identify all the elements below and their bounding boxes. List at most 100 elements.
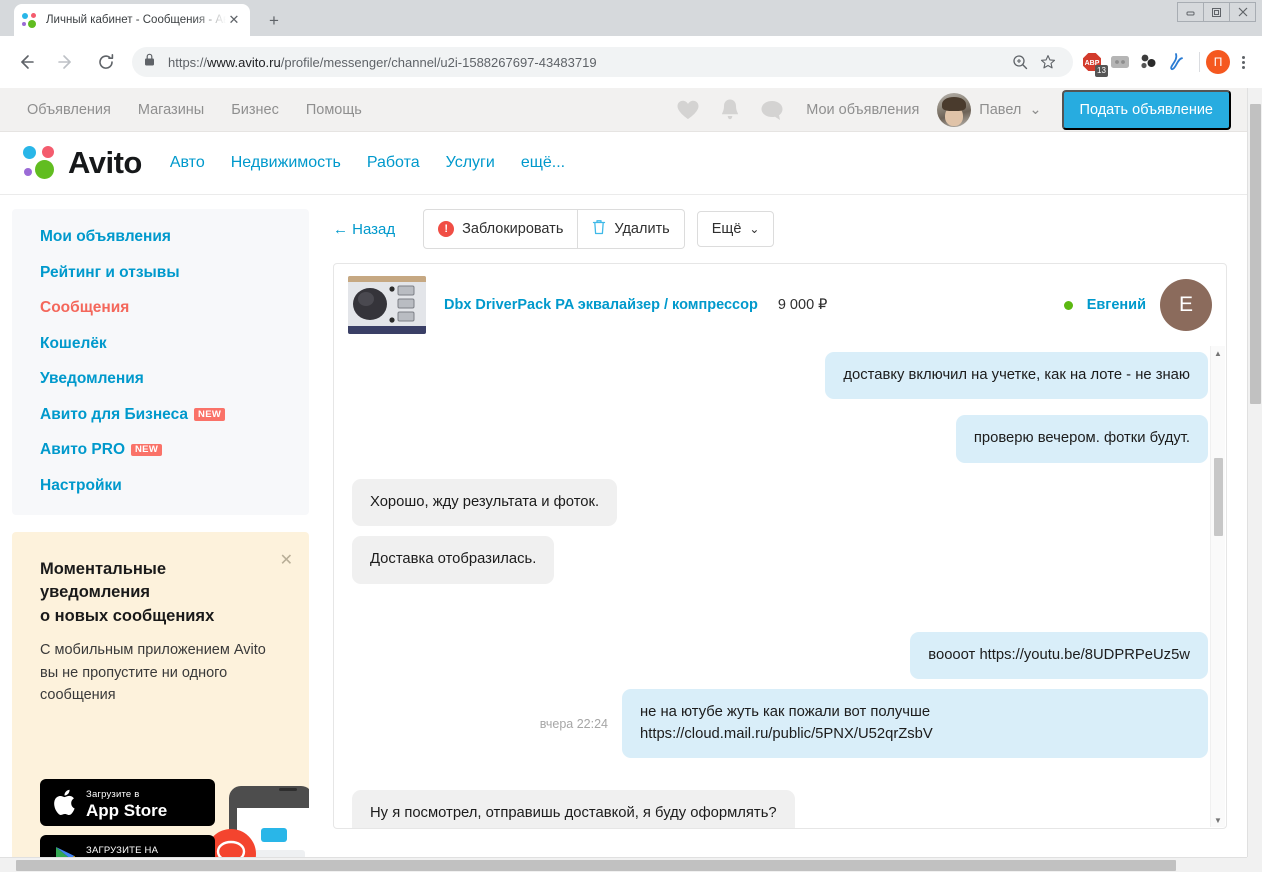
category-link-services[interactable]: Услуги (446, 154, 495, 172)
partner-name[interactable]: Евгений (1087, 297, 1146, 313)
sidebar-item-label: Мои объявления (40, 228, 171, 245)
browser-back-button[interactable] (10, 46, 42, 78)
avito-logo-row: Avito Авто Недвижимость Работа Услуги ещ… (0, 132, 1247, 195)
online-status-dot (1063, 300, 1073, 310)
message-row: Ну я посмотрел, отправишь доставкой, я б… (352, 790, 1208, 828)
appstore-subtitle: Загрузите в (86, 789, 140, 800)
browser-reload-button[interactable] (90, 46, 122, 78)
sidebar-item-rating[interactable]: Рейтинг и отзывы (40, 263, 309, 281)
category-link-auto[interactable]: Авто (170, 154, 205, 172)
topbar-my-ads-link[interactable]: Мои объявления (806, 102, 919, 118)
topbar-user[interactable]: Павел ⌄ (937, 92, 1042, 127)
url-path: /profile/messenger/channel/u2i-158826769… (280, 54, 597, 70)
topbar-link-business[interactable]: Бизнес (231, 102, 279, 118)
window-maximize-button[interactable] (1203, 2, 1230, 22)
page-scrollbar-horizontal[interactable] (0, 857, 1262, 872)
page-scrollbar-thumb-vertical[interactable] (1250, 104, 1261, 404)
topbar-link-shops[interactable]: Магазины (138, 102, 204, 118)
conversation-scrollbar-thumb[interactable] (1214, 458, 1223, 536)
scroll-down-arrow-icon[interactable]: ▼ (1211, 813, 1225, 827)
url-scheme: https:// (168, 54, 208, 70)
sidebar-item-notifications[interactable]: Уведомления (40, 371, 309, 387)
promo-title: Моментальные уведомления о новых сообщен… (40, 558, 285, 628)
topbar-link-help[interactable]: Помощь (306, 102, 362, 118)
browser-menu-button[interactable] (1230, 55, 1256, 69)
block-button[interactable]: ! Заблокировать (423, 209, 579, 249)
message-bubble: Хорошо, жду результата и фоток. (352, 478, 618, 527)
sidebar-item-label: Авито для Бизнеса (40, 405, 189, 423)
molecule-extension-icon[interactable] (1137, 51, 1159, 73)
bell-icon[interactable] (718, 98, 742, 122)
scroll-up-arrow-icon[interactable]: ▲ (1211, 346, 1225, 360)
message-row: вчера 22:24 не на ютубе жуть как пожали … (352, 689, 1208, 759)
conversation-panel: Dbx DriverPack PA эквалайзер / компрессо… (333, 263, 1227, 829)
topbar-username: Павел (979, 101, 1022, 118)
lock-icon (144, 53, 158, 71)
back-link[interactable]: ← Назад (333, 221, 395, 238)
sidebar-item-messages[interactable]: Сообщения (40, 300, 309, 316)
message-row: Хорошо, жду результата и фоток. (352, 478, 1208, 527)
sidebar-item-pro[interactable]: Авито PRO NEW (40, 442, 309, 458)
tab-close-icon[interactable]: ✕ (226, 12, 242, 28)
block-button-label: Заблокировать (462, 221, 564, 237)
promo-text: С мобильным приложением Avito вы не проп… (40, 642, 266, 704)
zoom-icon[interactable] (1007, 49, 1033, 75)
message-bubble: воооот https://youtu.be/8UDPRPeUz5w (910, 631, 1208, 680)
gray-extension-icon[interactable] (1109, 51, 1131, 73)
message-bubble: не на ютубе жуть как пожали вот получше … (622, 689, 1208, 759)
sidebar-item-label: Авито PRO (40, 441, 126, 458)
promo-title-line2: уведомления (40, 583, 150, 602)
sidebar-menu: Мои объявления Рейтинг и отзывы Сообщени… (12, 209, 309, 515)
listing-price: 9 000 ₽ (777, 297, 828, 313)
chat-icon[interactable] (760, 98, 784, 122)
window-minimize-button[interactable] (1177, 2, 1204, 22)
sidebar-item-wallet[interactable]: Кошелёк (40, 335, 309, 352)
category-link-realty[interactable]: Недвижимость (231, 154, 341, 172)
message-row: проверю вечером. фотки будут. (352, 415, 1208, 463)
sidebar-item-business[interactable]: Авито для Бизнеса NEW (40, 405, 309, 423)
message-bubble: Ну я посмотрел, отправишь доставкой, я б… (352, 790, 795, 828)
new-tab-button[interactable]: + (262, 9, 286, 33)
user-avatar (937, 92, 972, 127)
sidebar: Мои объявления Рейтинг и отзывы Сообщени… (0, 209, 309, 872)
acrobat-extension-icon[interactable] (1165, 51, 1187, 73)
message-row: Доставка отобразилась. (352, 536, 1208, 584)
avito-logo-wordmark[interactable]: Avito (68, 145, 142, 181)
listing-title[interactable]: Dbx DriverPack PA эквалайзер / компрессо… (444, 297, 758, 313)
browser-tab[interactable]: Личный кабинет - Сообщения - Ав ✕ (14, 4, 250, 36)
promo-close-icon[interactable]: ✕ (280, 550, 293, 570)
page-scrollbar-vertical[interactable] (1247, 88, 1262, 872)
bookmark-star-icon[interactable] (1035, 49, 1061, 75)
promo-banner: ✕ Моментальные уведомления о новых сообщ… (12, 532, 309, 872)
partner-avatar[interactable]: Е (1160, 279, 1212, 331)
heart-icon[interactable] (676, 98, 700, 122)
adblock-extension-icon[interactable]: ABP 13 (1081, 51, 1108, 77)
post-ad-button[interactable]: Подать объявление (1061, 89, 1231, 130)
extensions-area: ABP 13 (1081, 51, 1193, 77)
page-content: Мои объявления Рейтинг и отзывы Сообщени… (0, 195, 1247, 872)
topbar-link-ads[interactable]: Объявления (27, 102, 111, 118)
browser-forward-button[interactable] (50, 46, 82, 78)
avito-logo-icon[interactable] (22, 144, 60, 182)
window-close-button[interactable] (1229, 2, 1256, 22)
sidebar-item-my-ads[interactable]: Мои объявления (40, 229, 309, 245)
appstore-badge[interactable]: Загрузите в App Store (40, 779, 215, 826)
category-link-jobs[interactable]: Работа (367, 154, 420, 172)
conversation-scrollbar[interactable]: ▲ ▼ (1210, 346, 1225, 827)
conversation-toolbar: ← Назад ! Заблокировать Удалить Ещё ⌄ (333, 209, 1227, 249)
category-link-more[interactable]: ещё... (521, 154, 565, 172)
address-bar[interactable]: https://www.avito.ru/profile/messenger/c… (132, 47, 1073, 77)
sidebar-item-settings[interactable]: Настройки (40, 477, 309, 494)
message-list[interactable]: доставку включил на учетке, как на лоте … (334, 346, 1226, 828)
sidebar-item-label: Рейтинг и отзывы (40, 263, 180, 281)
browser-titlebar: Личный кабинет - Сообщения - Ав ✕ + (0, 0, 1262, 36)
delete-button[interactable]: Удалить (578, 209, 685, 249)
more-button[interactable]: Ещё ⌄ (696, 211, 775, 247)
conversation-button-group: ! Заблокировать Удалить (423, 209, 685, 249)
listing-thumbnail[interactable] (348, 276, 426, 334)
topbar-icons (676, 98, 784, 122)
page-scrollbar-thumb-horizontal[interactable] (16, 860, 1176, 871)
message-bubble: Доставка отобразилась. (352, 536, 555, 584)
browser-tab-title: Личный кабинет - Сообщения - Ав (46, 14, 226, 26)
browser-profile-avatar[interactable]: П (1206, 50, 1230, 74)
